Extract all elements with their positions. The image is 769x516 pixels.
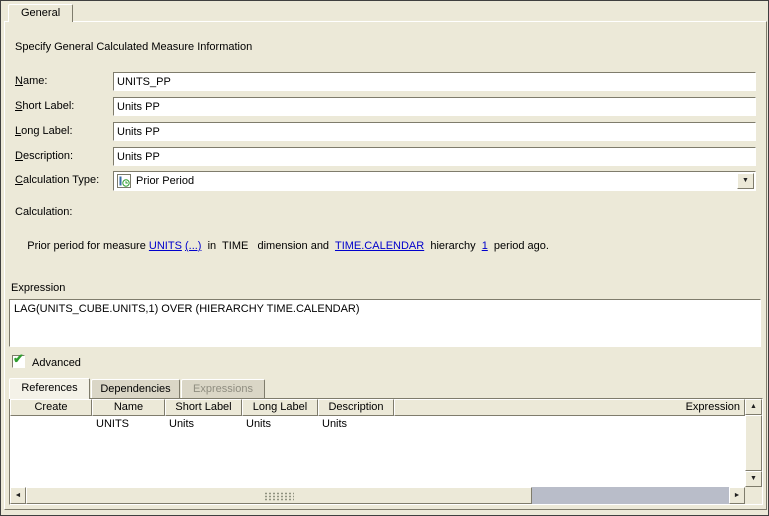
tab-dependencies-label: Dependencies — [100, 383, 170, 395]
name-label-rest: ame: — [23, 75, 47, 87]
cell-expression — [394, 416, 745, 433]
measure-args-link[interactable]: (...) — [185, 240, 202, 252]
tab-expressions-label: Expressions — [193, 383, 253, 395]
arrow-down-icon: ▼ — [746, 472, 761, 486]
short-label-label: Short Label: — [15, 100, 74, 112]
scroll-left-button[interactable]: ◄ — [10, 487, 26, 504]
hierarchy-link[interactable]: TIME.CALENDAR — [335, 240, 424, 252]
tab-general[interactable]: General — [8, 4, 73, 22]
column-header-expression: Expression — [394, 399, 745, 416]
cell-short-label: Units — [165, 416, 242, 433]
tab-dependencies[interactable]: Dependencies — [91, 379, 180, 398]
cell-long-label: Units — [242, 416, 318, 433]
name-label-mnemonic: N — [15, 75, 23, 87]
page-title: Specify General Calculated Measure Infor… — [15, 41, 252, 53]
calculation-type-label-rest: alculation Type: — [23, 174, 99, 186]
calc-text-1: Prior period for measure — [27, 240, 149, 252]
scrollbar-corner — [745, 487, 762, 504]
tab-references-label: References — [21, 382, 77, 394]
expression-input[interactable]: LAG(UNITS_CUBE.UNITS,1) OVER (HIERARCHY … — [9, 299, 761, 347]
column-header-long-label: Long Label — [242, 399, 318, 416]
cell-create — [10, 416, 92, 433]
scroll-right-button[interactable]: ► — [729, 487, 745, 504]
table-header-row: Create Name Short Label Long Label Descr… — [10, 399, 745, 416]
cell-name: UNITS — [92, 416, 165, 433]
horizontal-scroll-thumb[interactable] — [26, 487, 532, 504]
short-label-rest: hort Label: — [22, 100, 74, 112]
arrow-up-icon: ▲ — [746, 400, 761, 414]
scroll-up-button[interactable]: ▲ — [745, 399, 762, 415]
short-label-field[interactable] — [113, 97, 756, 116]
arrow-left-icon: ◄ — [11, 488, 25, 504]
references-table: Create Name Short Label Long Label Descr… — [9, 398, 763, 505]
calculation-type-select[interactable]: Prior Period ▼ — [113, 171, 756, 191]
expression-value: LAG(UNITS_CUBE.UNITS,1) OVER (HIERARCHY … — [14, 303, 360, 315]
column-header-name: Name — [92, 399, 165, 416]
calculation-type-label: Calculation Type: — [15, 174, 99, 186]
long-label-label: Long Label: — [15, 125, 73, 137]
description-label: Description: — [15, 150, 73, 162]
calc-text-3: in TIME dimension and — [201, 240, 335, 252]
calc-text-5: period ago. — [488, 240, 549, 252]
description-label-mnemonic: D — [15, 150, 23, 162]
tab-expressions: Expressions — [181, 379, 265, 398]
chevron-down-icon: ▼ — [738, 174, 753, 188]
expression-label: Expression — [11, 282, 65, 294]
name-field[interactable] — [113, 72, 756, 91]
tab-general-label: General — [21, 7, 60, 19]
prior-period-icon — [117, 174, 131, 191]
calculation-type-value: Prior Period — [136, 175, 194, 187]
table-vertical-scrollbar[interactable]: ▲ ▼ — [745, 399, 762, 487]
column-header-description: Description — [318, 399, 394, 416]
name-label: Name: — [15, 75, 47, 87]
description-label-rest: escription: — [23, 150, 73, 162]
column-header-create: Create — [10, 399, 92, 416]
description-field[interactable] — [113, 147, 756, 166]
tab-references[interactable]: References — [9, 378, 90, 399]
scroll-thumb-grip — [264, 492, 294, 501]
vertical-scroll-thumb[interactable] — [745, 415, 762, 471]
advanced-checkbox[interactable]: ✔ — [12, 355, 25, 368]
measure-link[interactable]: UNITS — [149, 240, 182, 252]
check-icon: ✔ — [13, 351, 24, 367]
calculation-sentence: Prior period for measure UNITS (...) in … — [15, 228, 757, 264]
long-label-rest: ong Label: — [21, 125, 72, 137]
calc-text-4: hierarchy — [424, 240, 481, 252]
cell-description: Units — [318, 416, 394, 433]
table-row[interactable]: UNITS Units Units Units — [10, 416, 745, 433]
table-horizontal-scrollbar[interactable]: ◄ ► — [10, 487, 745, 504]
combo-dropdown-button[interactable]: ▼ — [737, 173, 754, 189]
arrow-right-icon: ► — [730, 488, 744, 504]
calculated-measure-dialog: General Specify General Calculated Measu… — [0, 0, 769, 516]
column-header-short-label: Short Label — [165, 399, 242, 416]
scroll-down-button[interactable]: ▼ — [745, 471, 762, 487]
long-label-field[interactable] — [113, 122, 756, 141]
advanced-checkbox-label: Advanced — [32, 357, 81, 369]
calculation-type-label-mnemonic: C — [15, 174, 23, 186]
calculation-label: Calculation: — [15, 206, 72, 218]
